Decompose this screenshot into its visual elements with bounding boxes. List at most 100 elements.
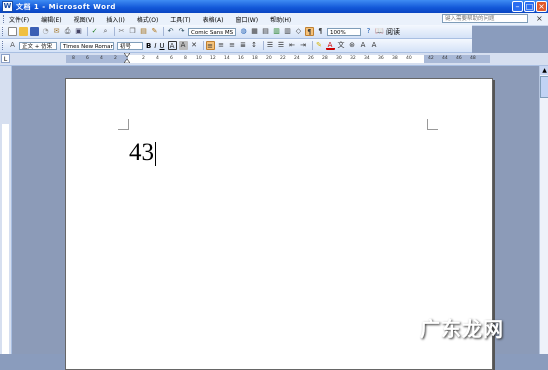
ruler-tick: 18 bbox=[252, 56, 258, 61]
format-painter-icon[interactable]: ✎ bbox=[150, 27, 159, 36]
font-color-icon[interactable]: A bbox=[325, 41, 335, 50]
insert-excel-icon[interactable]: ▥ bbox=[272, 27, 281, 36]
char-scale-icon[interactable]: ✕ bbox=[190, 41, 199, 50]
char-shading-icon[interactable]: A bbox=[178, 41, 188, 50]
crop-mark bbox=[427, 119, 438, 130]
copy-icon[interactable]: ❐ bbox=[128, 27, 137, 36]
close-button[interactable]: × bbox=[536, 1, 547, 12]
indent-marker-icon[interactable] bbox=[124, 53, 130, 63]
show-hide-icon[interactable]: ¶ bbox=[316, 27, 325, 36]
help-search-input[interactable]: 键入需要帮助的问题 bbox=[442, 14, 528, 23]
font-combo[interactable]: Times New Roman bbox=[60, 41, 114, 50]
align-justify-icon[interactable]: ≡ bbox=[205, 41, 215, 50]
ruler-tick: 14 bbox=[224, 56, 230, 61]
word-app-icon[interactable]: W bbox=[2, 1, 13, 12]
italic-button[interactable]: I bbox=[154, 42, 156, 50]
cut-icon[interactable]: ✂ bbox=[117, 27, 126, 36]
save-icon[interactable] bbox=[30, 27, 39, 36]
phonetic-guide-icon[interactable]: 文 bbox=[337, 41, 346, 50]
shrink-font-icon[interactable]: A bbox=[370, 41, 379, 50]
research-icon[interactable]: ⌕ bbox=[101, 27, 110, 36]
drawing-icon[interactable]: ◇ bbox=[294, 27, 303, 36]
menu-window[interactable]: 窗口(W) bbox=[235, 15, 258, 24]
grow-font-icon[interactable]: A bbox=[359, 41, 368, 50]
paste-icon[interactable]: ▤ bbox=[139, 27, 148, 36]
redo-icon[interactable]: ↷ bbox=[177, 27, 186, 36]
email-icon[interactable]: ✉ bbox=[52, 27, 61, 36]
horizontal-ruler-area: L 8 6 4 2 2 4 6 8 10 12 14 16 18 20 22 2… bbox=[0, 53, 548, 66]
align-right-icon[interactable]: ≡ bbox=[228, 41, 237, 50]
char-border-icon[interactable]: A bbox=[167, 41, 177, 50]
insert-table-icon[interactable]: ▤ bbox=[261, 27, 270, 36]
document-map-icon[interactable]: ¶ bbox=[305, 27, 314, 36]
ruler-tick: 22 bbox=[280, 56, 286, 61]
bold-button[interactable]: B bbox=[146, 42, 151, 50]
line-spacing-icon[interactable]: ↕ bbox=[250, 41, 259, 50]
ruler-tick: 12 bbox=[210, 56, 216, 61]
ruler-tick: 26 bbox=[308, 56, 314, 61]
font-name-combo[interactable]: Comic Sans MS bbox=[188, 27, 236, 36]
ruler-tick: 4 bbox=[156, 56, 159, 61]
tab-selector-icon[interactable]: L bbox=[1, 54, 10, 63]
text-caret bbox=[155, 142, 156, 167]
columns-icon[interactable]: ▥ bbox=[283, 27, 292, 36]
toolbar-grip[interactable] bbox=[2, 41, 5, 50]
decrease-indent-icon[interactable]: ⇤ bbox=[288, 41, 297, 50]
enclose-char-icon[interactable]: ⊛ bbox=[348, 41, 357, 50]
ruler-tick: 6 bbox=[170, 56, 173, 61]
formatting-toolbar: A 正文 + 仿宋 Times New Roman 初号 B I U A A ✕… bbox=[0, 39, 472, 53]
print-icon[interactable]: ⎙ bbox=[63, 27, 72, 36]
bullets-icon[interactable]: ☰ bbox=[277, 41, 286, 50]
ruler-tick: 24 bbox=[294, 56, 300, 61]
styles-formatting-icon[interactable]: A bbox=[8, 41, 17, 50]
minimize-button[interactable]: – bbox=[512, 1, 523, 12]
distribute-icon[interactable]: ≣ bbox=[239, 41, 248, 50]
ruler-tick: 8 bbox=[72, 56, 75, 61]
maximize-button[interactable]: □ bbox=[524, 1, 535, 12]
print-preview-icon[interactable]: ▣ bbox=[74, 27, 83, 36]
document-close-icon[interactable]: × bbox=[536, 14, 543, 23]
hyperlink-icon[interactable]: ◍ bbox=[239, 27, 248, 36]
highlight-icon[interactable]: ✎ bbox=[315, 41, 324, 50]
toolbar-grip[interactable] bbox=[2, 27, 5, 36]
undo-icon[interactable]: ↶ bbox=[166, 27, 175, 36]
permission-icon[interactable]: ◔ bbox=[41, 27, 50, 36]
scroll-up-icon[interactable]: ▲ bbox=[540, 66, 548, 75]
vertical-ruler[interactable] bbox=[0, 66, 12, 354]
tables-borders-icon[interactable]: ▦ bbox=[250, 27, 259, 36]
increase-indent-icon[interactable]: ⇥ bbox=[299, 41, 308, 50]
scroll-thumb[interactable] bbox=[540, 76, 548, 98]
crop-mark bbox=[118, 119, 129, 130]
open-folder-icon[interactable] bbox=[19, 27, 28, 36]
vertical-scrollbar[interactable]: ▲ bbox=[539, 66, 548, 354]
menu-file[interactable]: 文件(F) bbox=[9, 15, 29, 24]
zoom-combo[interactable]: 100% bbox=[327, 27, 361, 36]
ruler-tick: 34 bbox=[364, 56, 370, 61]
document-text[interactable]: 43 bbox=[129, 139, 156, 167]
menu-view[interactable]: 视图(V) bbox=[74, 15, 95, 24]
ruler-tick: 38 bbox=[392, 56, 398, 61]
style-combo[interactable]: 正文 + 仿宋 bbox=[19, 41, 57, 50]
align-center-icon[interactable]: ≡ bbox=[217, 41, 226, 50]
standard-toolbar: ◔ ✉ ⎙ ▣ ✓ ⌕ ✂ ❐ ▤ ✎ ↶ ↷ Comic Sans MS ◍ … bbox=[0, 25, 472, 39]
ruler-tick: 20 bbox=[266, 56, 272, 61]
menu-help[interactable]: 帮助(H) bbox=[270, 15, 291, 24]
help-icon[interactable]: ? bbox=[364, 27, 373, 36]
ruler-tick: 6 bbox=[86, 56, 89, 61]
numbering-icon[interactable]: ☰ bbox=[266, 41, 275, 50]
underline-button[interactable]: U bbox=[159, 42, 164, 50]
menu-tools[interactable]: 工具(T) bbox=[170, 15, 190, 24]
ruler-tick: 2 bbox=[142, 56, 145, 61]
menu-table[interactable]: 表格(A) bbox=[203, 15, 224, 24]
new-document-icon[interactable] bbox=[8, 27, 17, 36]
window-title: 文档 1 - Microsoft Word bbox=[16, 2, 116, 11]
menu-edit[interactable]: 编辑(E) bbox=[41, 15, 61, 24]
read-mode-icon[interactable]: 📖 bbox=[375, 27, 384, 36]
font-size-combo[interactable]: 初号 bbox=[117, 41, 143, 50]
read-label[interactable]: 阅读 bbox=[386, 27, 400, 37]
spelling-icon[interactable]: ✓ bbox=[90, 27, 99, 36]
menubar-grip[interactable] bbox=[3, 15, 6, 23]
ruler-tick: 32 bbox=[350, 56, 356, 61]
menu-format[interactable]: 格式(O) bbox=[137, 15, 158, 24]
menu-insert[interactable]: 插入(I) bbox=[106, 15, 124, 24]
